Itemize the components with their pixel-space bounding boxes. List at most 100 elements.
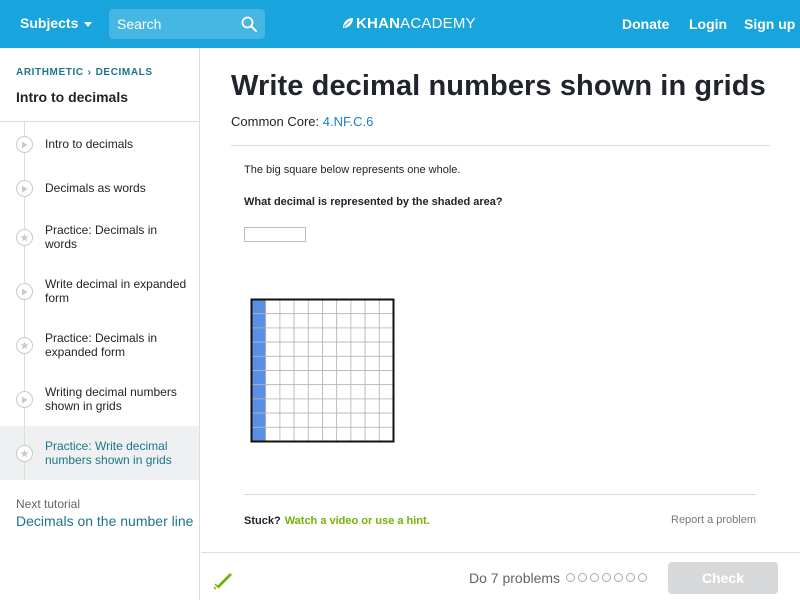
next-tutorial-link[interactable]: Decimals on the number line — [16, 513, 193, 529]
progress-dot — [590, 573, 599, 582]
grid-cell — [307, 299, 323, 315]
sidebar-item-write-decimal-expanded[interactable]: Write decimal in expanded form — [0, 264, 199, 318]
chevron-down-icon — [84, 21, 93, 27]
common-core-link[interactable]: 4.NF.C.6 — [323, 114, 374, 129]
grid-cell — [293, 355, 309, 371]
answer-input[interactable] — [244, 227, 306, 242]
progress-dot — [566, 573, 575, 582]
stuck-line: Stuck? Watch a video or use a hint. — [244, 515, 430, 527]
sidebar-item-practice-decimals-expanded[interactable]: Practice: Decimals in expanded form — [0, 318, 199, 372]
grid-cell — [350, 313, 366, 329]
subjects-menu-button[interactable]: Subjects — [20, 15, 93, 31]
tutorial-title: Intro to decimals — [16, 89, 129, 105]
grid-cell — [293, 412, 309, 428]
chevron-right-icon: › — [87, 67, 92, 78]
next-tutorial-label: Next tutorial — [16, 497, 81, 511]
question-prompt: What decimal is represented by the shade… — [244, 196, 503, 208]
grid-cell — [265, 398, 281, 414]
login-link[interactable]: Login — [689, 16, 727, 32]
common-core-line: Common Core: 4.NF.C.6 — [231, 114, 373, 129]
grid-cell — [336, 299, 352, 315]
grid-cell — [293, 398, 309, 414]
sidebar-item-writing-decimals-grids[interactable]: Writing decimal numbers shown in grids — [0, 372, 199, 426]
grid-cell — [350, 355, 366, 371]
play-icon — [16, 391, 33, 408]
donate-link[interactable]: Donate — [622, 16, 669, 32]
grid-cell — [336, 398, 352, 414]
grid-cell — [336, 426, 352, 442]
grid-cell — [265, 299, 281, 315]
grid-cell — [293, 341, 309, 357]
progress-dot — [614, 573, 623, 582]
grid-cell — [279, 327, 295, 343]
grid-cell — [378, 341, 394, 357]
khan-academy-logo[interactable]: KHANACADEMY — [342, 15, 476, 32]
hundred-grid — [250, 298, 395, 443]
grid-cell — [279, 398, 295, 414]
report-problem-link[interactable]: Report a problem — [671, 514, 756, 526]
grid-cell — [350, 370, 366, 386]
grid-cell — [307, 327, 323, 343]
grid-cell — [322, 426, 338, 442]
grid-cell-shaded — [251, 426, 267, 442]
grid-cell — [279, 299, 295, 315]
scratchpad-pencil-icon[interactable] — [213, 568, 235, 590]
grid-cell — [350, 327, 366, 343]
common-core-label: Common Core: — [231, 114, 320, 129]
tutorial-item-list: Intro to decimals Decimals as words Prac… — [0, 121, 199, 480]
sidebar-item-decimals-as-words[interactable]: Decimals as words — [0, 166, 199, 210]
check-button[interactable]: Check — [668, 562, 778, 594]
grid-cell-shaded — [251, 412, 267, 428]
grid-cell — [378, 313, 394, 329]
question-text: The big square below represents one whol… — [244, 164, 461, 176]
breadcrumb-arithmetic[interactable]: ARITHMETIC — [16, 67, 84, 78]
grid-cell-shaded — [251, 341, 267, 357]
grid-cell — [350, 398, 366, 414]
sidebar-item-intro-to-decimals[interactable]: Intro to decimals — [0, 122, 199, 166]
brand-bold: KHAN — [356, 15, 401, 32]
grid-cell-shaded — [251, 370, 267, 386]
grid-cell — [378, 370, 394, 386]
grid-cell — [364, 327, 380, 343]
grid-cell — [279, 370, 295, 386]
grid-cell — [307, 412, 323, 428]
hint-link[interactable]: Watch a video or use a hint. — [285, 515, 430, 527]
grid-cell — [364, 299, 380, 315]
sidebar-item-practice-grids[interactable]: Practice: Write decimal numbers shown in… — [0, 426, 199, 480]
brand-light: ACADEMY — [400, 15, 476, 32]
stuck-label: Stuck? — [244, 515, 281, 527]
grid-cell — [378, 384, 394, 400]
grid-cell — [364, 355, 380, 371]
search-icon[interactable] — [241, 16, 257, 32]
exercise-content: Write decimal numbers shown in grids Com… — [201, 48, 800, 552]
grid-cell — [378, 412, 394, 428]
search-input[interactable] — [109, 9, 235, 39]
star-icon — [16, 445, 33, 462]
play-icon — [16, 136, 33, 153]
divider — [244, 494, 756, 495]
grid-cell — [307, 426, 323, 442]
grid-cell — [265, 327, 281, 343]
grid-cell — [350, 412, 366, 428]
divider — [231, 145, 770, 146]
signup-link[interactable]: Sign up — [744, 16, 795, 32]
grid-cell — [265, 341, 281, 357]
grid-cell — [265, 370, 281, 386]
grid-cell — [279, 384, 295, 400]
grid-cell — [364, 313, 380, 329]
grid-cell — [293, 426, 309, 442]
play-icon — [16, 283, 33, 300]
star-icon — [16, 229, 33, 246]
grid-cell — [364, 341, 380, 357]
grid-cell — [364, 370, 380, 386]
grid-cell — [279, 412, 295, 428]
grid-cell — [378, 398, 394, 414]
sidebar-item-practice-decimals-in-words[interactable]: Practice: Decimals in words — [0, 210, 199, 264]
grid-cell — [322, 341, 338, 357]
grid-cell — [279, 355, 295, 371]
play-icon — [16, 180, 33, 197]
grid-cell — [378, 299, 394, 315]
grid-cell-shaded — [251, 299, 267, 315]
progress-dot — [602, 573, 611, 582]
breadcrumb-decimals[interactable]: DECIMALS — [96, 67, 153, 78]
